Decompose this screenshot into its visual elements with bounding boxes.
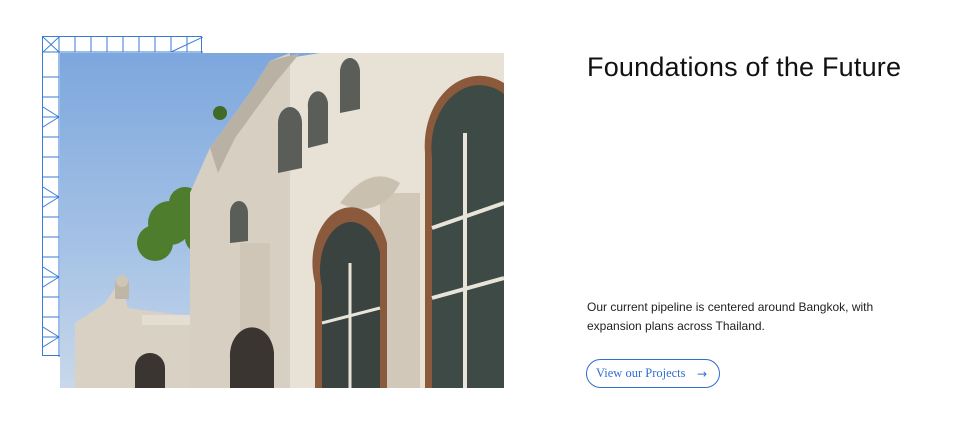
arrow-right-icon: → (696, 366, 707, 381)
view-projects-button[interactable]: View our Projects → (586, 359, 720, 388)
building-photo (60, 53, 504, 388)
view-projects-label: View our Projects (596, 366, 686, 380)
section-title: Foundations of the Future (587, 52, 902, 82)
section-description: Our current pipeline is centered around … (587, 300, 874, 333)
